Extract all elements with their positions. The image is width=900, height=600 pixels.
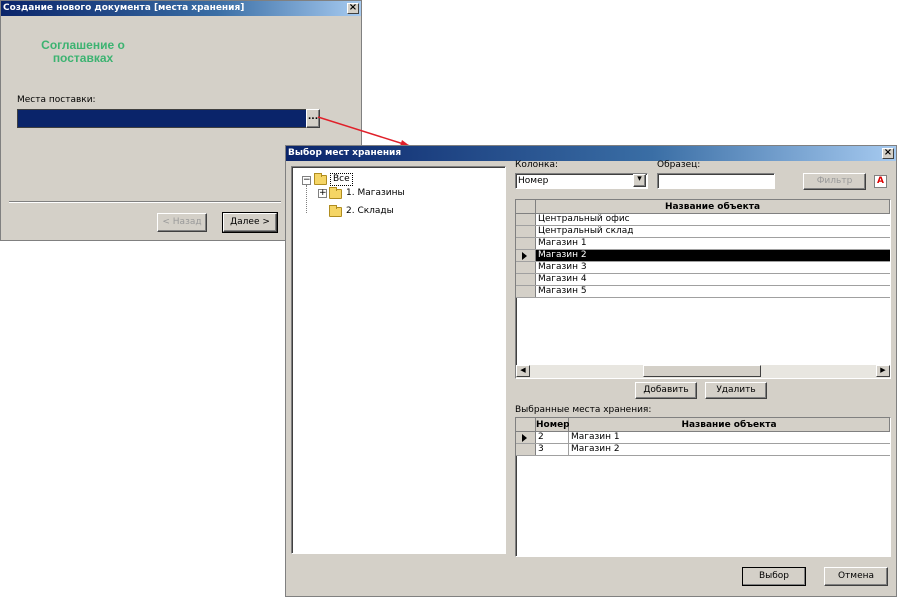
tree-item-stores[interactable]: 1. Магазины [346,188,405,198]
objects-grid-rowhdr-corner [516,200,536,214]
row-header[interactable] [516,286,536,297]
row-header[interactable] [516,238,536,249]
scrollbar-thumb[interactable] [643,365,761,377]
name-column-label: Название объекта [681,420,777,430]
open-folder-icon [314,173,327,185]
row-header[interactable] [516,432,536,443]
filter-button-label: Фильтр [816,176,853,186]
scroll-left-icon[interactable]: ◀ [516,365,530,377]
row-pointer-icon [522,434,527,442]
table-row[interactable]: Центральный офис [516,214,890,226]
row-pointer-icon [522,252,527,260]
storage-tree[interactable]: − Все + 1. Магазины 2. Склады [291,166,506,554]
number-column-label: Номер [536,420,570,430]
tree-item-warehouses[interactable]: 2. Склады [346,206,394,216]
table-row[interactable]: 3 Магазин 2 [516,444,890,456]
selected-grid-rowhdr-corner [516,418,536,432]
wizard-divider [9,201,281,203]
create-document-title: Создание нового документа [места хранени… [3,3,245,13]
name-column-header[interactable]: Название объекта [569,418,890,432]
select-button-label: Выбор [758,571,790,581]
row-header[interactable] [516,214,536,225]
scroll-right-icon[interactable]: ▶ [876,365,890,377]
create-document-titlebar: Создание нового документа [места хранени… [1,1,361,16]
folder-icon [329,187,342,199]
select-button[interactable]: Выбор [742,567,806,586]
pattern-label: Образец: [657,160,701,170]
horizontal-scrollbar[interactable]: ◀ ▶ [516,365,890,378]
wizard-heading: Соглашение о поставках [41,38,125,65]
next-button-label: Далее > [230,217,270,227]
objects-grid-body: Центральный офис Центральный склад Магаз… [516,214,890,314]
object-name-cell: Центральный офис [538,214,630,224]
column-select-value: Номер [518,176,549,186]
expand-icon[interactable]: + [318,189,327,198]
object-name-cell: Магазин 2 [571,444,620,454]
object-name-cell: Магазин 1 [538,238,587,248]
object-name-cell: Магазин 4 [538,274,587,284]
tree-root[interactable]: Все [330,173,353,186]
chevron-down-icon[interactable]: ▾ [633,174,646,187]
objects-grid-header-label: Название объекта [664,202,761,212]
number-cell: 3 [536,444,569,455]
tree-line [306,185,307,213]
table-row[interactable]: Магазин 4 [516,274,890,286]
selected-grid[interactable]: Номер Название объекта 2 Магазин 1 3 Маг… [515,417,891,557]
cancel-button[interactable]: Отмена [824,567,888,586]
number-cell: 2 [536,432,569,443]
column-select[interactable]: Номер ▾ [515,173,648,189]
delivery-places-label: Места поставки: [17,95,96,105]
object-name-cell: Центральный склад [538,226,634,236]
case-sensitive-icon-label: A [877,176,884,186]
remove-button-label: Удалить [716,385,756,395]
cancel-button-label: Отмена [837,571,875,581]
folder-icon [329,205,342,217]
add-button[interactable]: Добавить [635,382,697,399]
next-button[interactable]: Далее > [222,212,278,233]
filter-button[interactable]: Фильтр [803,173,866,190]
storage-selection-titlebar: Выбор мест хранения [286,146,896,161]
remove-button[interactable]: Удалить [705,382,767,399]
case-sensitive-icon[interactable]: A [874,175,887,188]
number-column-header[interactable]: Номер [536,418,570,432]
column-label: Колонка: [515,160,559,170]
tree-root-label: Все [333,174,350,184]
row-header[interactable] [516,444,536,455]
add-button-label: Добавить [643,385,689,395]
storage-selection-dialog: Выбор мест хранения × − Все + 1. Магазин… [285,145,897,597]
object-name-cell: Магазин 1 [571,432,620,442]
object-name-cell: Магазин 5 [538,286,587,296]
objects-grid-header[interactable]: Название объекта [536,200,890,214]
table-row[interactable]: Магазин 3 [516,262,890,274]
row-header[interactable] [516,226,536,237]
dialog-close-icon[interactable]: × [882,148,894,159]
table-row[interactable]: Магазин 5 [516,286,890,298]
back-button-label: < Назад [162,217,202,227]
row-header[interactable] [516,250,536,261]
objects-grid[interactable]: Название объекта Центральный офис Центра… [515,199,891,379]
object-name-cell: Магазин 2 [538,250,587,260]
selected-grid-body: 2 Магазин 1 3 Магазин 2 [516,432,890,462]
collapse-icon[interactable]: − [302,176,311,185]
row-header[interactable] [516,262,536,273]
browse-button[interactable]: ... [306,109,320,128]
table-row[interactable]: 2 Магазин 1 [516,432,890,444]
back-button[interactable]: < Назад [157,213,207,232]
object-name-cell: Магазин 3 [538,262,587,272]
table-row[interactable]: Магазин 1 [516,238,890,250]
browse-button-label: ... [307,112,319,122]
selected-places-label: Выбранные места хранения: [515,405,652,415]
row-header[interactable] [516,274,536,285]
delivery-places-field[interactable] [17,109,307,128]
pattern-input[interactable] [657,173,775,189]
table-row-selected[interactable]: Магазин 2 [516,250,890,262]
table-row[interactable]: Центральный склад [516,226,890,238]
storage-selection-title: Выбор мест хранения [288,148,402,158]
close-icon[interactable]: × [347,3,359,14]
